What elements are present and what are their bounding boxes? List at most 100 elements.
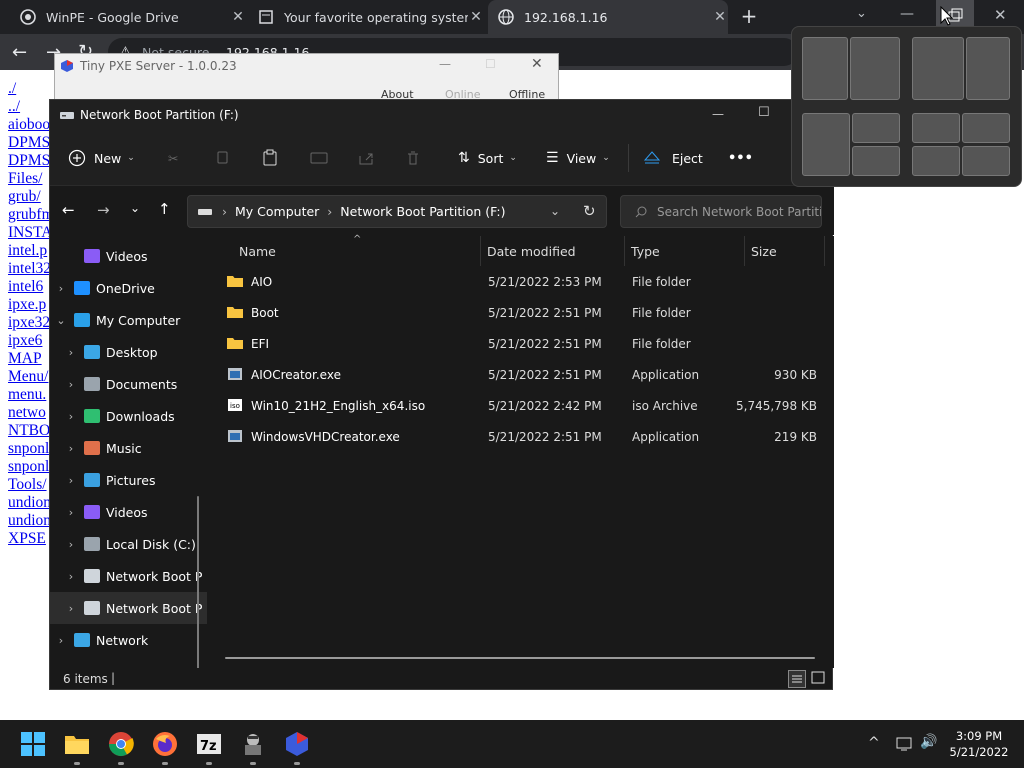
7zip-icon[interactable]: 7z [196,731,222,757]
nav-item[interactable]: › Local Disk (C:) [50,528,207,560]
chevron-right-icon[interactable]: › [54,282,68,295]
delete-icon[interactable] [406,144,420,172]
snap-zone[interactable] [852,113,900,143]
snap-zone[interactable] [850,37,900,100]
directory-link[interactable]: menu. [8,386,50,404]
snap-zone[interactable] [912,37,964,100]
directory-link[interactable]: ipxe6 [8,332,50,350]
file-explorer-icon[interactable] [64,731,90,757]
start-icon[interactable] [20,731,46,757]
sort-button[interactable]: ⇅ Sort ⌄ [458,144,517,172]
browser-tab-active[interactable]: 192.168.1.16 ✕ [488,0,728,34]
cut-icon[interactable]: ✂ [168,144,178,172]
nav-item[interactable]: Videos [50,240,207,272]
file-row[interactable]: WindowsVHDCreator.exe 5/21/2022 2:51 PM Ap… [225,422,831,453]
snap-zone[interactable] [802,113,850,176]
file-row[interactable]: AIO 5/21/2022 2:53 PM File folder [225,267,831,298]
view-button[interactable]: ☰ View ⌄ [546,144,610,172]
chrome-icon[interactable] [108,731,134,757]
breadcrumb-current[interactable]: Network Boot Partition (F:) [340,204,505,219]
directory-link[interactable]: Files/ [8,170,50,188]
nav-item[interactable]: › Pictures [50,464,207,496]
snap-zone[interactable] [962,113,1010,143]
directory-link[interactable]: aioboot [8,116,50,134]
directory-link[interactable]: Tools/ [8,476,50,494]
network-icon[interactable] [896,736,914,752]
close-icon[interactable]: ✕ [531,56,543,72]
directory-link[interactable]: XPSE [8,530,50,548]
tiles-view-icon[interactable] [810,670,826,686]
file-row[interactable]: iso Win10_21H2_English_x64.iso 5/21/2022 2… [225,391,831,422]
snap-zone[interactable] [912,113,960,143]
snap-zone[interactable] [962,146,1010,176]
minimize-icon[interactable]: — [439,57,451,71]
close-tab-icon[interactable]: ✕ [468,9,484,25]
nav-item[interactable]: › Videos [50,496,207,528]
close-tab-icon[interactable]: ✕ [230,9,246,25]
snap-zone[interactable] [912,146,960,176]
new-button[interactable]: New ⌄ [68,144,135,172]
column-name[interactable]: Name [215,236,481,266]
column-date[interactable]: Date modified [481,236,625,266]
minimize-icon[interactable]: — [900,6,914,22]
chevron-right-icon[interactable]: › [64,506,78,519]
directory-link[interactable]: MAP [8,350,50,368]
directory-link[interactable]: ipxe.p [8,296,50,314]
directory-link[interactable]: ./ [8,80,50,98]
forward-icon[interactable]: → [97,201,110,219]
chevron-down-icon[interactable]: ⌄ [54,314,68,327]
chevron-right-icon[interactable]: › [64,570,78,583]
paste-icon[interactable] [262,144,278,172]
share-icon[interactable] [358,144,374,172]
nav-scrollbar[interactable] [197,496,199,668]
column-type[interactable]: Type [625,236,745,266]
breadcrumb-my-computer[interactable]: My Computer [235,204,319,219]
chevron-right-icon[interactable]: › [64,378,78,391]
nav-item[interactable]: › Network Boot P [50,592,207,624]
more-options-button[interactable]: ••• [728,144,753,172]
chevron-right-icon[interactable]: › [64,442,78,455]
directory-link[interactable]: DPMS [8,134,50,152]
directory-link[interactable]: snponl [8,458,50,476]
firefox-icon[interactable] [152,731,178,757]
directory-link[interactable]: netwo [8,404,50,422]
file-row[interactable]: Boot 5/21/2022 2:51 PM File folder [225,298,831,329]
address-bar[interactable]: › My Computer › Network Boot Partition (… [187,195,607,228]
nav-item[interactable]: › Network [50,624,207,656]
directory-link[interactable]: DPMS [8,152,50,170]
rename-icon[interactable] [310,144,328,172]
snap-zone[interactable] [802,37,848,100]
nav-item[interactable]: › Desktop [50,336,207,368]
chevron-right-icon[interactable]: › [64,410,78,423]
new-tab-button[interactable]: + [738,4,760,30]
chevron-right-icon[interactable]: › [64,602,78,615]
horizontal-scrollbar[interactable] [225,657,815,659]
directory-link[interactable]: undion [8,494,50,512]
file-row[interactable]: AIOCreator.exe 5/21/2022 2:51 PM Applicati… [225,360,831,391]
chevron-right-icon[interactable]: › [54,634,68,647]
directory-link[interactable]: intel.p [8,242,50,260]
recent-chevron-icon[interactable]: ⌄ [130,201,140,215]
snap-zone[interactable] [852,146,900,176]
file-row[interactable]: EFI 5/21/2022 2:51 PM File folder [225,329,831,360]
nav-item[interactable]: › Downloads [50,400,207,432]
directory-link[interactable]: intel6 [8,278,50,296]
search-box[interactable]: Search Network Boot Partiti... [620,195,822,228]
close-window-icon[interactable]: ✕ [994,6,1007,24]
up-icon[interactable]: ↑ [158,200,171,218]
nav-item[interactable]: › Network Boot P [50,560,207,592]
snap-zone[interactable] [966,37,1010,100]
refresh-icon[interactable]: ↻ [583,202,596,220]
back-icon[interactable]: ← [62,201,75,219]
clock[interactable]: 3:09 PM 5/21/2022 [944,728,1014,760]
nav-item[interactable]: › Documents [50,368,207,400]
chevron-right-icon[interactable]: › [64,474,78,487]
eject-button[interactable]: Eject [644,144,703,172]
directory-link[interactable]: grub/ [8,188,50,206]
nav-item[interactable]: › Music [50,432,207,464]
directory-link[interactable]: snponl [8,440,50,458]
directory-link[interactable]: undion [8,512,50,530]
directory-link[interactable]: ipxe32 [8,314,50,332]
details-view-icon[interactable] [788,670,806,688]
address-dropdown-icon[interactable]: ⌄ [550,204,560,218]
